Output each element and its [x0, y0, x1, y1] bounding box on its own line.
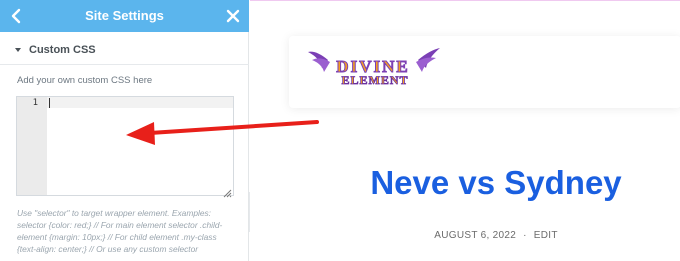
- site-logo[interactable]: DIVINE ELEMENT: [306, 46, 446, 96]
- logo-text-bottom: ELEMENT: [341, 73, 408, 87]
- custom-css-help-text: Add your own custom CSS here: [17, 75, 153, 86]
- line-number: 1: [32, 98, 38, 108]
- section-label: Custom CSS: [29, 44, 96, 56]
- custom-css-editor[interactable]: 1: [16, 96, 234, 198]
- panel-header: Site Settings: [0, 0, 249, 32]
- post-edit-link[interactable]: EDIT: [534, 230, 558, 241]
- post-meta: AUGUST 6, 2022 · EDIT: [312, 230, 680, 241]
- post-title: Neve vs Sydney: [370, 164, 622, 201]
- editor-active-line: [47, 97, 233, 108]
- meta-separator: ·: [523, 230, 527, 241]
- post-date: AUGUST 6, 2022: [434, 230, 517, 241]
- site-settings-panel: Site Settings Custom CSS Add your own cu…: [0, 0, 249, 261]
- close-icon[interactable]: [224, 6, 242, 26]
- editor-cursor: [49, 98, 50, 108]
- selector-usage-note: Use "selector" to target wrapper element…: [17, 208, 223, 254]
- editor-gutter: 1: [17, 97, 47, 195]
- panel-title: Site Settings: [85, 8, 164, 23]
- custom-css-section-toggle[interactable]: Custom CSS: [0, 37, 249, 65]
- site-header: DIVINE ELEMENT: [289, 36, 680, 108]
- caret-down-icon: [15, 48, 21, 52]
- resize-handle-icon[interactable]: [223, 185, 232, 198]
